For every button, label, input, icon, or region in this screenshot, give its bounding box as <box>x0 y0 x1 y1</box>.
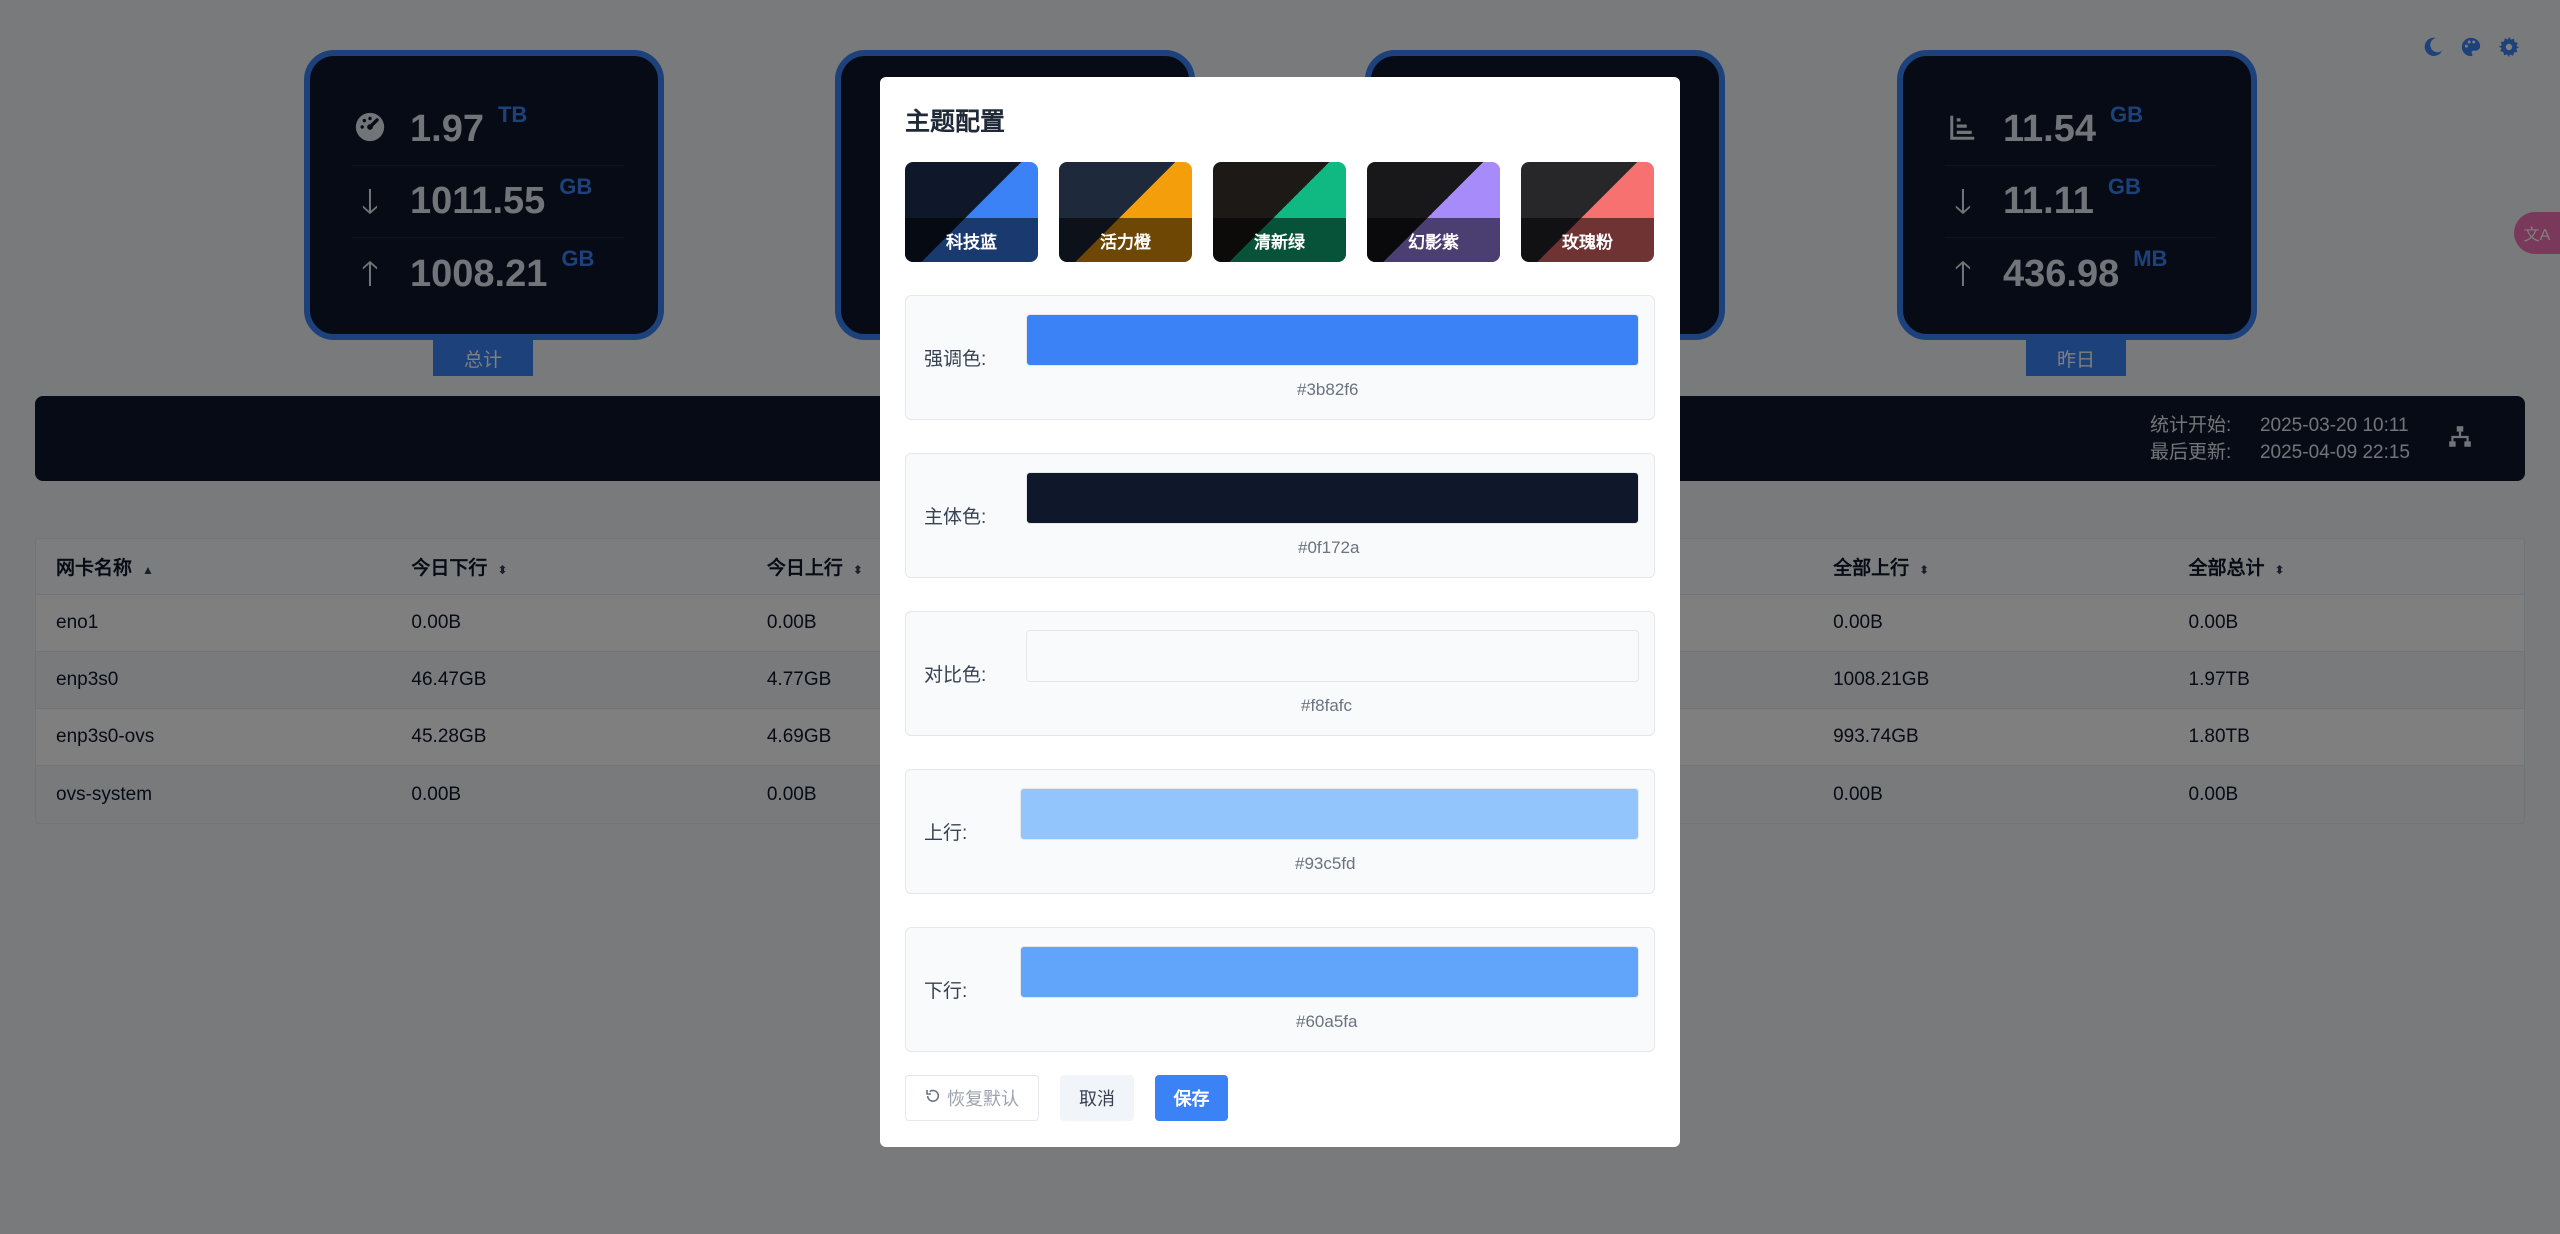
reset-label: 恢复默认 <box>947 1089 1019 1109</box>
preset-tech-blue[interactable]: 科技蓝 <box>905 162 1038 262</box>
download-color-row: 下行: #60a5fa <box>905 927 1655 1052</box>
download-color-picker[interactable] <box>1020 946 1639 998</box>
preset-label: 科技蓝 <box>905 218 1038 262</box>
accent-color-label: 强调色: <box>924 349 987 370</box>
preset-phantom-purple[interactable]: 幻影紫 <box>1367 162 1500 262</box>
contrast-color-hex: #f8fafc <box>1301 696 1353 715</box>
undo-icon <box>925 1088 941 1109</box>
contrast-color-label: 对比色: <box>924 665 987 686</box>
primary-color-label: 主体色: <box>924 507 987 528</box>
primary-color-picker[interactable] <box>1026 472 1639 524</box>
preset-label: 清新绿 <box>1213 218 1346 262</box>
save-button[interactable]: 保存 <box>1155 1075 1228 1121</box>
upload-color-label: 上行: <box>924 823 968 844</box>
download-color-hex: #60a5fa <box>1296 1012 1358 1031</box>
upload-color-hex: #93c5fd <box>1295 854 1356 873</box>
reset-default-button[interactable]: 恢复默认 <box>905 1075 1039 1121</box>
preset-label: 幻影紫 <box>1367 218 1500 262</box>
primary-color-hex: #0f172a <box>1298 538 1360 557</box>
download-color-label: 下行: <box>924 981 968 1002</box>
primary-color-row: 主体色: #0f172a <box>905 453 1655 578</box>
preset-fresh-green[interactable]: 清新绿 <box>1213 162 1346 262</box>
theme-config-dialog: 主题配置 科技蓝 活力橙 清新绿 幻影紫 玫瑰粉 强调色: #3b82f6 主体… <box>880 77 1680 1147</box>
preset-label: 玫瑰粉 <box>1521 218 1654 262</box>
preset-rose-pink[interactable]: 玫瑰粉 <box>1521 162 1654 262</box>
accent-color-row: 强调色: #3b82f6 <box>905 295 1655 420</box>
upload-color-row: 上行: #93c5fd <box>905 769 1655 894</box>
dialog-footer: 恢复默认 取消 保存 <box>905 1075 1228 1121</box>
contrast-color-picker[interactable] <box>1026 630 1639 682</box>
preset-label: 活力橙 <box>1059 218 1192 262</box>
contrast-color-row: 对比色: #f8fafc <box>905 611 1655 736</box>
theme-presets: 科技蓝 活力橙 清新绿 幻影紫 玫瑰粉 <box>905 162 1655 262</box>
cancel-button[interactable]: 取消 <box>1060 1075 1134 1121</box>
accent-color-hex: #3b82f6 <box>1297 380 1359 399</box>
upload-color-picker[interactable] <box>1020 788 1639 840</box>
dialog-title: 主题配置 <box>905 108 1006 136</box>
preset-vibrant-orange[interactable]: 活力橙 <box>1059 162 1192 262</box>
accent-color-picker[interactable] <box>1026 314 1639 366</box>
